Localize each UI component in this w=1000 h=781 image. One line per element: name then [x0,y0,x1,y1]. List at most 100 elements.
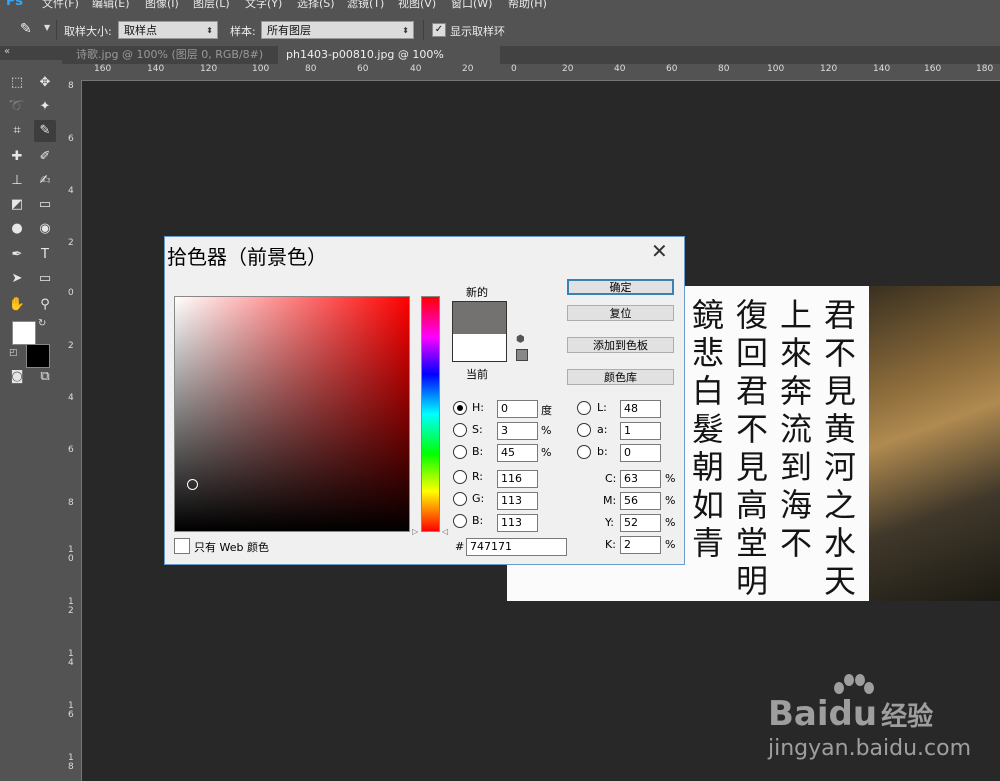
blue-radio[interactable] [453,514,467,528]
menu-help[interactable]: 帮助(H) [508,0,547,11]
type-tool-icon[interactable]: T [34,244,56,266]
ruler-label: 8 [68,498,74,508]
brush-tool-icon[interactable]: ✐ [34,146,56,168]
menu-layer[interactable]: 图层(L) [193,0,230,11]
ruler-label: 80 [718,64,730,74]
saturation-radio[interactable] [453,423,467,437]
eraser-tool-icon[interactable]: ◩ [6,194,28,216]
magic-wand-tool-icon[interactable]: ✦ [34,96,56,118]
hex-input[interactable]: 747171 [466,538,567,556]
red-radio[interactable] [453,470,467,484]
blue-input[interactable]: 113 [497,514,538,532]
green-radio[interactable] [453,492,467,506]
menu-select[interactable]: 选择(S) [297,0,335,11]
landscape-photo [869,286,1000,601]
yellow-label: Y: [605,516,614,529]
web-safe-square-icon[interactable] [516,349,528,361]
ok-button[interactable]: 确定 [567,279,674,295]
menu-image[interactable]: 图像(I) [145,0,179,11]
horizontal-ruler[interactable]: 160 140 120 100 80 60 40 20 0 20 40 60 8… [81,64,1000,81]
eyedropper-preset-icon[interactable]: ✎ [20,21,32,37]
calligraphy-column: 鏡悲白髮朝如青 [691,296,724,562]
reset-button[interactable]: 复位 [567,305,674,321]
color-picker-dialog: 拾色器（前景色） ✕ ▷ ◁ 只有 Web 颜色 新的 当前 ⬢ 确定 复位 添… [164,236,685,565]
current-color-label: 当前 [466,368,488,381]
color-field[interactable] [174,296,410,532]
tab-poem-doc[interactable]: 诗歌.jpg @ 100% (图层 0, RGB/8#) * × [68,46,278,79]
saturation-input[interactable]: 3 [497,422,538,440]
background-color-swatch[interactable] [26,344,50,368]
lasso-tool-icon[interactable]: ➰ [6,96,28,118]
web-colors-checkbox[interactable] [174,538,190,554]
magenta-unit: % [665,494,676,507]
dodge-tool-icon[interactable]: ◉ [34,218,56,240]
clone-stamp-tool-icon[interactable]: ⊥ [6,170,28,192]
pen-tool-icon[interactable]: ✒ [6,244,28,266]
green-input[interactable]: 113 [497,492,538,510]
out-of-gamut-cube-icon[interactable]: ⬢ [516,334,525,345]
hue-slider[interactable] [421,296,440,532]
crop-tool-icon[interactable]: ⌗ [6,120,28,142]
cyan-unit: % [665,472,676,485]
slider-arrow-right-icon[interactable]: ◁ [442,527,448,536]
b-channel-radio[interactable] [577,445,591,459]
current-color-swatch[interactable] [452,334,507,362]
a-channel-radio[interactable] [577,423,591,437]
quick-mask-icon[interactable]: ◙ [6,366,28,388]
lightness-input[interactable]: 48 [620,400,661,418]
a-channel-input[interactable]: 1 [620,422,661,440]
hue-input[interactable]: 0 [497,400,538,418]
color-field-cursor[interactable] [187,479,198,490]
move-tool-icon[interactable]: ✥ [34,72,56,94]
add-to-swatches-button[interactable]: 添加到色板 [567,337,674,353]
cyan-input[interactable]: 63 [620,470,661,488]
zoom-tool-icon[interactable]: ⚲ [34,294,56,316]
brightness-unit: % [541,446,552,459]
hue-radio[interactable] [453,401,467,415]
brightness-input[interactable]: 45 [497,444,538,462]
yellow-input[interactable]: 52 [620,514,661,532]
slider-arrow-left-icon[interactable]: ▷ [412,527,418,536]
tab-photo-doc[interactable]: ph1403-p00810.jpg @ 100%(RGB/8#) * × [278,46,500,79]
hand-tool-icon[interactable]: ✋ [6,294,28,316]
blur-tool-icon[interactable]: ● [6,218,28,240]
path-selection-tool-icon[interactable]: ➤ [6,268,28,290]
eyedropper-tool-icon[interactable]: ✎ [34,120,56,142]
ruler-label: 0 [511,64,517,74]
ruler-label: 0 [68,288,74,298]
chevron-down-icon[interactable]: ▼ [44,23,50,32]
ruler-origin[interactable] [62,64,81,80]
brightness-radio[interactable] [453,445,467,459]
gradient-tool-icon[interactable]: ▭ [34,194,56,216]
vertical-ruler[interactable]: 8 6 4 2 0 2 4 6 8 10 12 14 16 18 [62,80,82,781]
menu-window[interactable]: 窗口(W) [451,0,492,11]
black-input[interactable]: 2 [620,536,661,554]
red-input[interactable]: 116 [497,470,538,488]
menu-file[interactable]: 文件(F) [42,0,79,11]
menu-filter[interactable]: 滤镜(T) [347,0,384,11]
show-ring-checkbox[interactable]: ✓ [432,23,446,37]
default-colors-icon[interactable]: ◰ [9,348,18,358]
collapse-icon[interactable]: « [4,46,10,57]
lightness-radio[interactable] [577,401,591,415]
rectangle-tool-icon[interactable]: ▭ [34,268,56,290]
sample-size-select[interactable]: 取样点 ⬍ [118,21,218,39]
close-icon[interactable]: ✕ [651,239,668,263]
menu-bar: Ps 文件(F) 编辑(E) 图像(I) 图层(L) 文字(Y) 选择(S) 滤… [0,0,1000,14]
color-libraries-button[interactable]: 颜色库 [567,369,674,385]
healing-brush-tool-icon[interactable]: ✚ [6,146,28,168]
menu-edit[interactable]: 编辑(E) [92,0,130,11]
screen-mode-icon[interactable]: ⧉ [34,366,56,388]
marquee-tool-icon[interactable]: ⬚ [6,72,28,94]
foreground-color-swatch[interactable] [12,321,36,345]
sample-label: 样本: [230,25,256,38]
history-brush-tool-icon[interactable]: ✍ [34,170,56,192]
menu-type[interactable]: 文字(Y) [245,0,282,11]
saturation-label: S: [472,423,483,436]
magenta-input[interactable]: 56 [620,492,661,510]
menu-view[interactable]: 视图(V) [398,0,436,11]
sample-value: 所有图层 [267,24,311,37]
b-channel-input[interactable]: 0 [620,444,661,462]
swap-colors-icon[interactable]: ↻ [38,318,46,329]
sample-select[interactable]: 所有图层 ⬍ [261,21,414,39]
